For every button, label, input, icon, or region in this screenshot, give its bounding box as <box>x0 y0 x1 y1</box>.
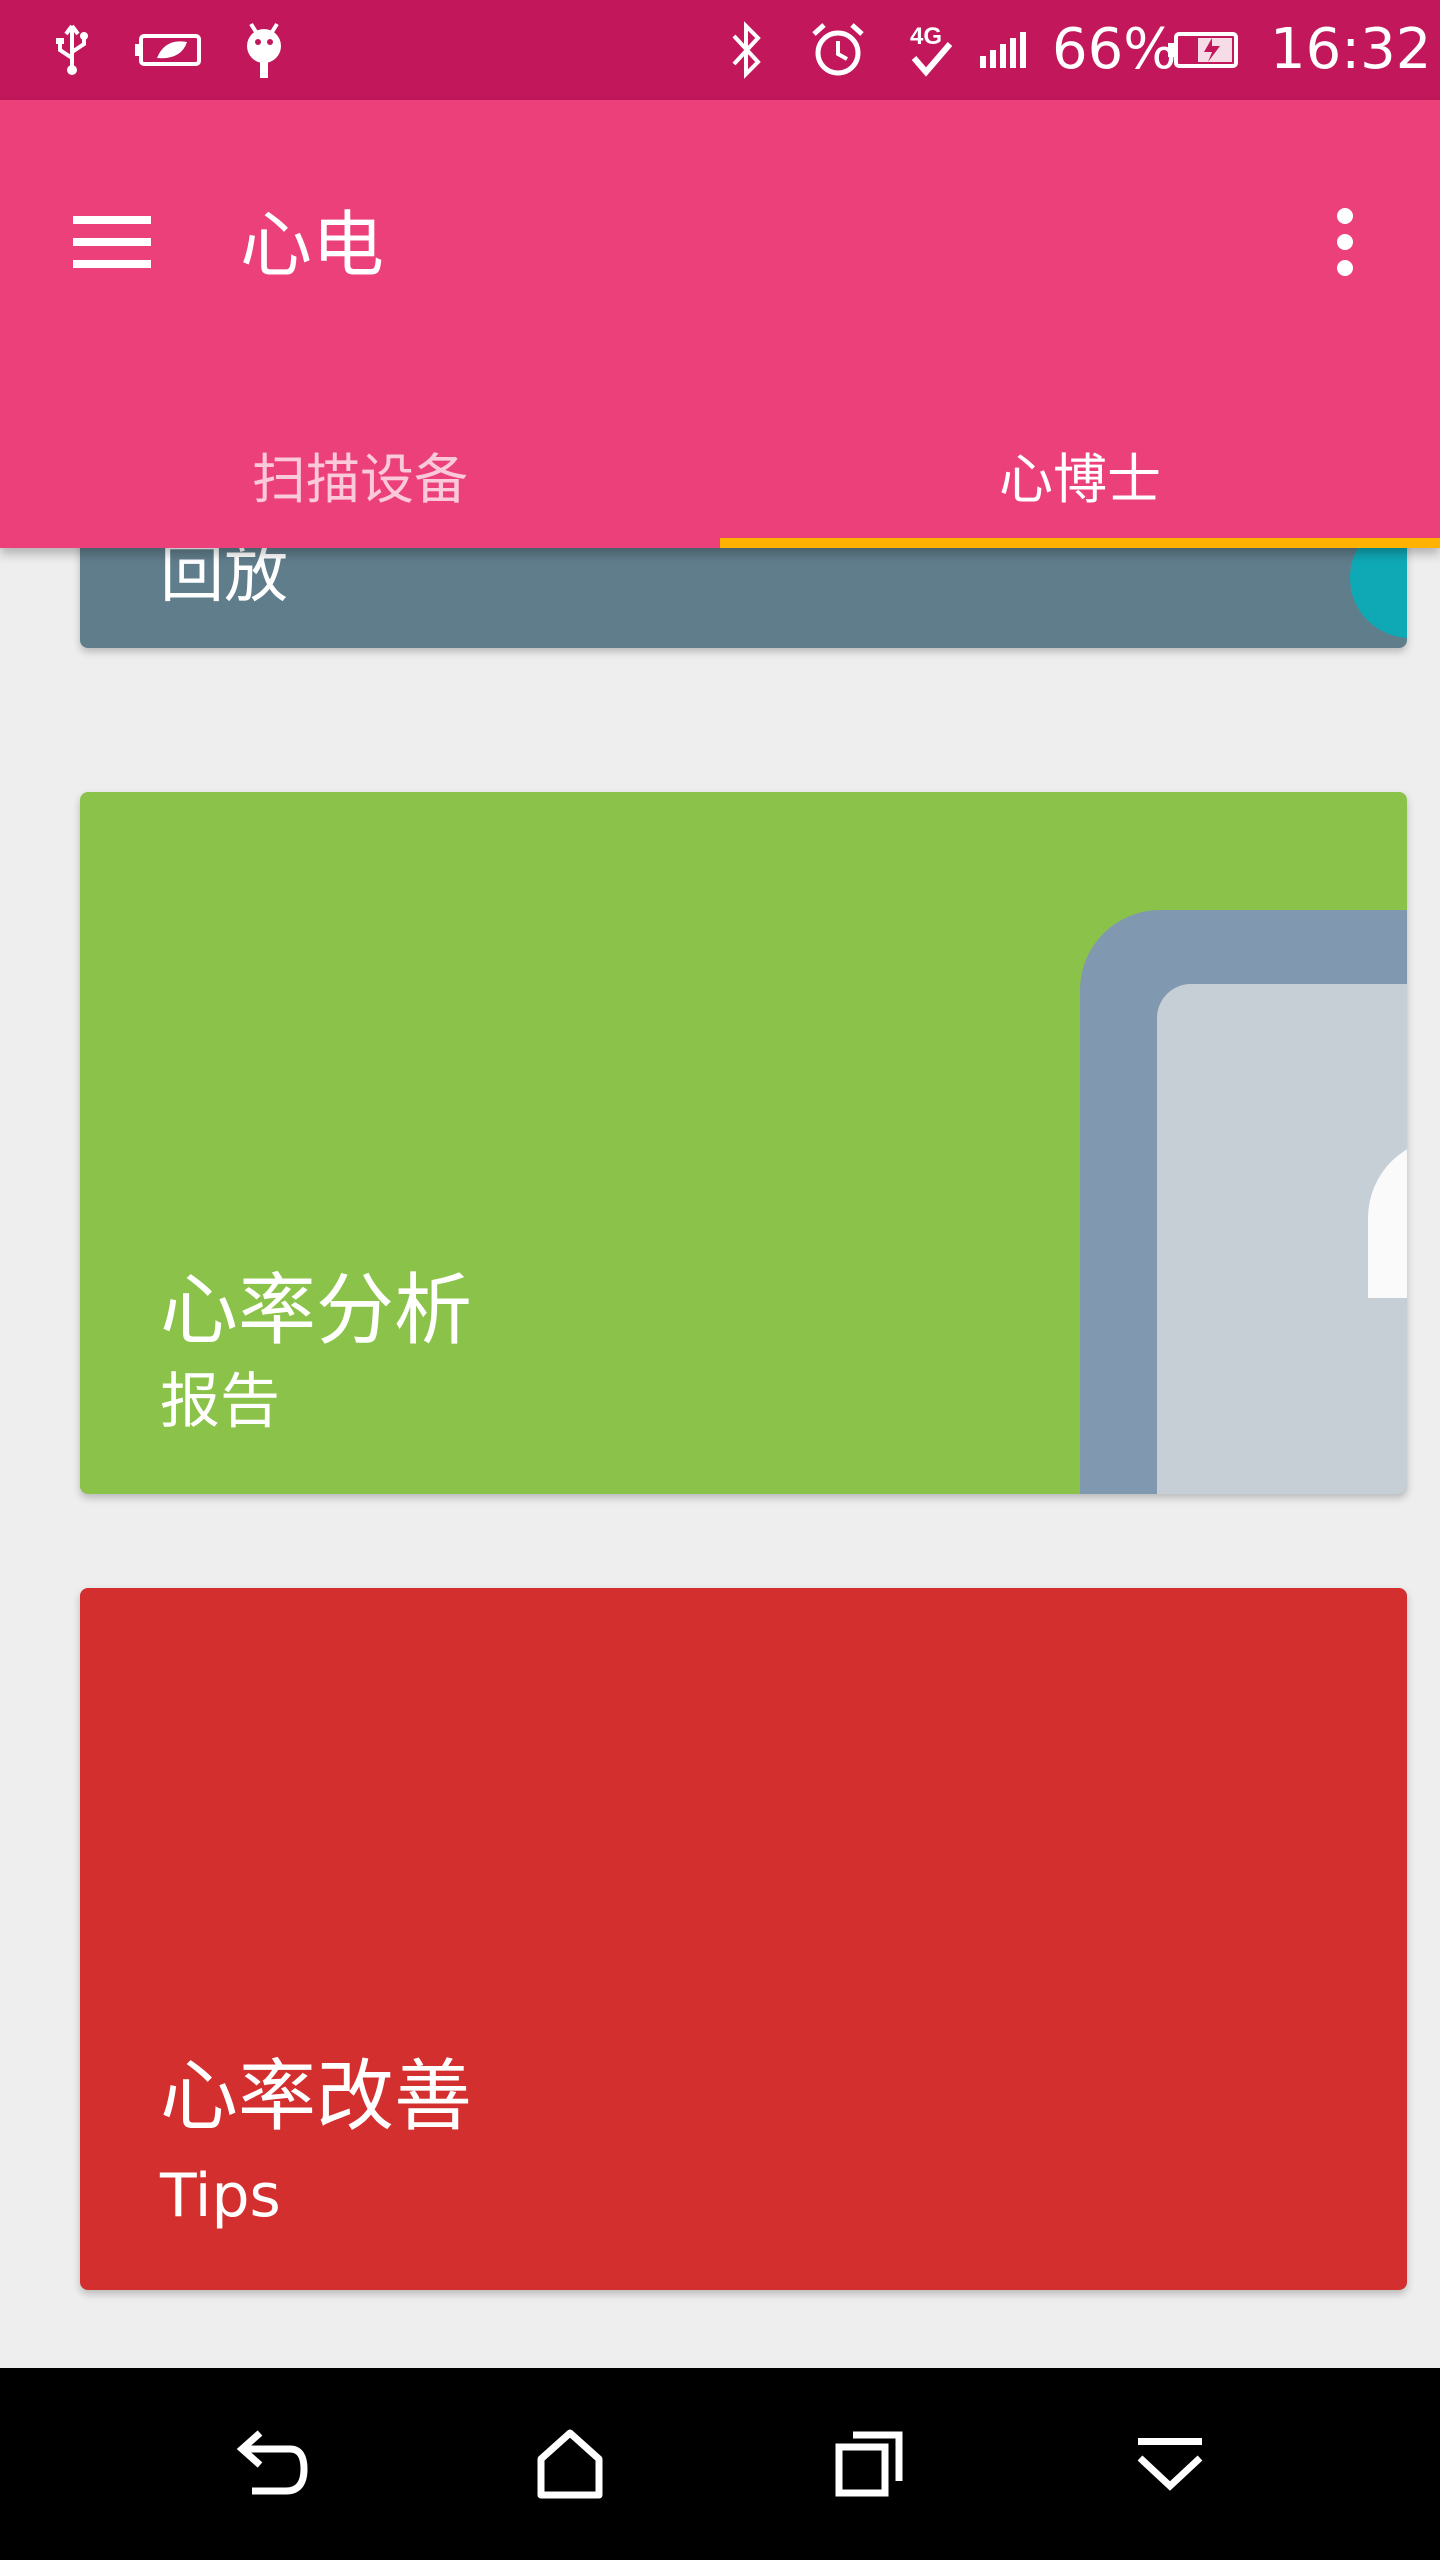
recents-icon[interactable] <box>810 2408 930 2520</box>
alarm-icon <box>806 18 870 82</box>
hamburger-menu-icon[interactable] <box>60 190 164 294</box>
svg-text:4G: 4G <box>910 23 942 50</box>
bluetooth-icon <box>718 18 774 82</box>
heart-rate-improvement-card[interactable]: 心率改善 Tips <box>80 1588 1407 2290</box>
card-title: 心率改善 <box>160 2052 473 2142</box>
tab-label: 心博士 <box>999 447 1161 511</box>
card-title: 回放 <box>160 548 288 612</box>
back-icon[interactable] <box>210 2408 330 2520</box>
page-title: 心电 <box>240 203 385 287</box>
status-bar: 4G 66% 16:32 <box>0 0 1440 100</box>
clock: 16:32 <box>1270 17 1432 82</box>
usb-icon <box>44 18 100 82</box>
card-list[interactable]: 回放 心率分析 报告 心率改善 Tips <box>0 548 1440 2368</box>
tab-heart-doctor[interactable]: 心博士 <box>720 400 1440 548</box>
app-bar: 心电 扫描设备 心博士 <box>0 100 1440 548</box>
battery-percent: 66% <box>1052 17 1177 82</box>
hide-nav-icon[interactable] <box>1110 2408 1230 2520</box>
4g-icon: 4G <box>904 18 960 82</box>
heart-rate-analysis-card[interactable]: 心率分析 报告 <box>80 792 1407 1494</box>
card-title: 心率分析 <box>160 1266 473 1356</box>
more-vert-icon[interactable] <box>1300 190 1390 294</box>
signal-icon <box>978 18 1038 82</box>
system-nav-bar <box>0 2368 1440 2560</box>
replay-illustration <box>1350 548 1407 638</box>
battery-charging-icon <box>1168 18 1240 82</box>
tab-indicator <box>720 538 1440 548</box>
tab-scan-devices[interactable]: 扫描设备 <box>0 400 720 548</box>
battery-saver-icon <box>130 18 210 82</box>
home-icon[interactable] <box>510 2408 630 2520</box>
tab-label: 扫描设备 <box>252 447 468 511</box>
android-debug-icon <box>236 18 292 82</box>
card-subtitle: Tips <box>160 2161 281 2231</box>
card-subtitle: 报告 <box>160 1367 280 1437</box>
replay-card[interactable]: 回放 <box>80 548 1407 648</box>
